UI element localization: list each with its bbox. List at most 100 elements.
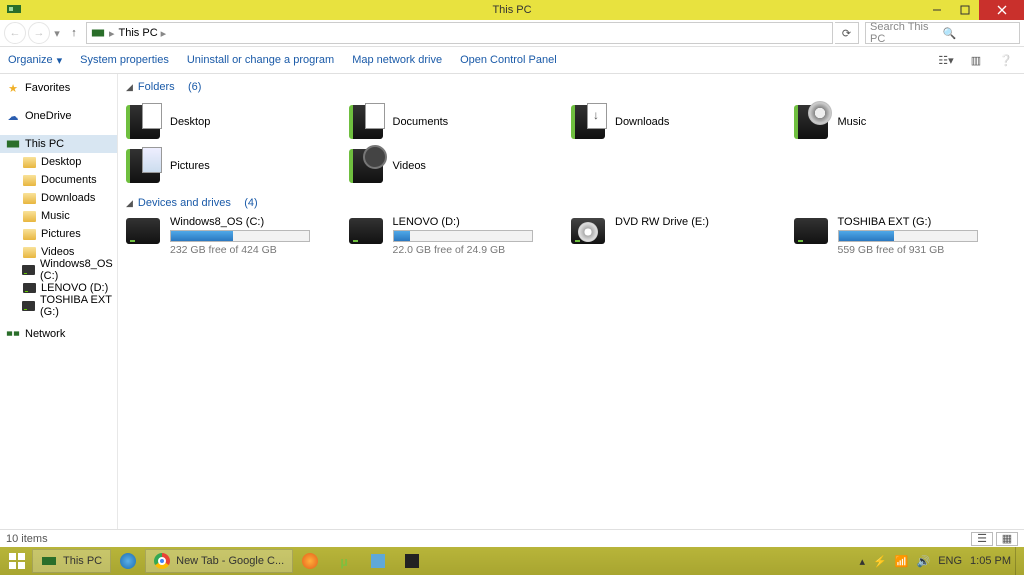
star-icon: ★ (6, 81, 20, 95)
icons-view-button[interactable]: ▦ (996, 532, 1018, 546)
pc-icon (41, 553, 57, 569)
open-control-panel[interactable]: Open Control Panel (460, 54, 557, 66)
folder-item[interactable]: Documents (349, 100, 572, 144)
folder-label: Documents (393, 116, 449, 128)
back-button[interactable]: ← (4, 22, 26, 44)
taskbar-item[interactable] (361, 549, 395, 573)
folder-icon (22, 191, 36, 205)
close-button[interactable] (979, 0, 1024, 20)
utorrent-icon: µ (340, 554, 348, 569)
hdd-icon (349, 218, 383, 244)
system-tray[interactable]: ▴ ⚡ 📶 🔊 ENG 1:05 PM (860, 555, 1015, 568)
taskbar-item[interactable]: New Tab - Google C... (145, 549, 293, 573)
hdd-icon (126, 218, 160, 244)
folder-item[interactable]: Pictures (126, 144, 349, 188)
forward-button[interactable]: → (28, 22, 50, 44)
chrome-icon (154, 553, 170, 569)
sidebar-item[interactable]: Windows8_OS (C:) (0, 261, 117, 279)
ie-icon (120, 553, 136, 569)
pc-icon (6, 137, 20, 151)
sidebar-item[interactable]: TOSHIBA EXT (G:) (0, 297, 117, 315)
sidebar-item[interactable]: Desktop (0, 153, 117, 171)
refresh-button[interactable]: ⟳ (835, 22, 859, 44)
folder-icon (794, 105, 828, 139)
minimize-button[interactable] (923, 0, 951, 20)
folder-label: Music (838, 116, 867, 128)
drive-free-text: 232 GB free of 424 GB (170, 244, 349, 256)
start-button[interactable] (2, 547, 32, 575)
sidebar-network[interactable]: Network (0, 325, 117, 343)
collapse-icon: ◢ (126, 82, 133, 93)
folder-icon (349, 149, 383, 183)
up-button[interactable]: ↑ (64, 27, 84, 39)
drive-item[interactable]: DVD RW Drive (E:) (571, 216, 794, 256)
title-bar: This PC (0, 0, 1024, 20)
taskbar-item[interactable] (111, 549, 145, 573)
taskbar: This PC New Tab - Google C... µ ▴ ⚡ 📶 🔊 EN… (0, 547, 1024, 575)
folder-item[interactable]: Desktop (126, 100, 349, 144)
history-dropdown[interactable]: ▾ (52, 27, 62, 40)
drive-item[interactable]: LENOVO (D:) 22.0 GB free of 24.9 GB (349, 216, 572, 256)
drive-label: DVD RW Drive (E:) (615, 216, 794, 228)
capacity-bar (393, 230, 533, 242)
help-icon[interactable]: ❔ (996, 54, 1016, 67)
drive-icon (22, 299, 35, 313)
folder-item[interactable]: Videos (349, 144, 572, 188)
status-bar: 10 items ☰ ▦ (0, 529, 1024, 547)
clock[interactable]: 1:05 PM (970, 555, 1011, 567)
window-title: This PC (492, 4, 531, 16)
maximize-button[interactable] (951, 0, 979, 20)
dvd-drive-icon (571, 218, 605, 244)
address-bar[interactable]: ▸ This PC ▸ (86, 22, 833, 44)
search-input[interactable]: Search This PC 🔍 (865, 22, 1020, 44)
sidebar-item[interactable]: Documents (0, 171, 117, 189)
drive-item[interactable]: TOSHIBA EXT (G:)559 GB free of 931 GB (794, 216, 1017, 256)
volume-icon[interactable]: 🔊 (916, 555, 930, 568)
wifi-icon[interactable]: 📶 (895, 555, 909, 568)
folders-section-header[interactable]: ◢ Folders (6) (126, 80, 1016, 94)
power-icon[interactable]: ⚡ (873, 555, 887, 568)
drive-label: LENOVO (D:) (393, 216, 572, 228)
drive-icon (22, 281, 36, 295)
preview-pane-icon[interactable]: ▥ (966, 54, 986, 67)
language-indicator[interactable]: ENG (938, 555, 962, 567)
map-network-drive[interactable]: Map network drive (352, 54, 442, 66)
drive-item[interactable]: Windows8_OS (C:) 232 GB free of 424 GB (126, 216, 349, 256)
system-properties[interactable]: System properties (80, 54, 169, 66)
sidebar-favorites[interactable]: ★ Favorites (0, 79, 117, 97)
breadcrumb[interactable]: This PC ▸ (119, 27, 167, 40)
drive-label: Windows8_OS (C:) (170, 216, 349, 228)
uninstall-program[interactable]: Uninstall or change a program (187, 54, 334, 66)
search-icon: 🔍 (943, 27, 1016, 40)
capacity-bar (170, 230, 310, 242)
sidebar-item[interactable]: Music (0, 207, 117, 225)
folder-label: Downloads (615, 116, 669, 128)
folder-label: Pictures (170, 160, 210, 172)
view-options-icon[interactable]: ☷▾ (936, 54, 956, 67)
cloud-icon: ☁ (6, 109, 20, 123)
tray-overflow-icon[interactable]: ▴ (860, 555, 866, 568)
show-desktop-button[interactable] (1015, 547, 1022, 575)
drive-free-text: 22.0 GB free of 24.9 GB (393, 244, 572, 256)
folder-icon (349, 105, 383, 139)
taskbar-item[interactable]: This PC (32, 549, 111, 573)
taskbar-item[interactable]: µ (327, 549, 361, 573)
drive-icon (22, 263, 35, 277)
drives-section-header[interactable]: ◢ Devices and drives (4) (126, 196, 1016, 210)
folder-item[interactable]: Downloads (571, 100, 794, 144)
folder-label: Videos (393, 160, 426, 172)
sidebar-item[interactable]: Pictures (0, 225, 117, 243)
drive-label: TOSHIBA EXT (G:) (838, 216, 1017, 228)
folder-icon (22, 155, 36, 169)
sidebar-this-pc[interactable]: This PC (0, 135, 117, 153)
sidebar-onedrive[interactable]: ☁ OneDrive (0, 107, 117, 125)
folder-label: Desktop (170, 116, 210, 128)
sidebar-item[interactable]: Downloads (0, 189, 117, 207)
folder-item[interactable]: Music (794, 100, 1017, 144)
folder-icon (22, 209, 36, 223)
taskbar-item[interactable] (395, 549, 429, 573)
folder-icon (126, 149, 160, 183)
details-view-button[interactable]: ☰ (971, 532, 993, 546)
organize-menu[interactable]: Organize ▾ (8, 54, 62, 67)
taskbar-item[interactable] (293, 549, 327, 573)
